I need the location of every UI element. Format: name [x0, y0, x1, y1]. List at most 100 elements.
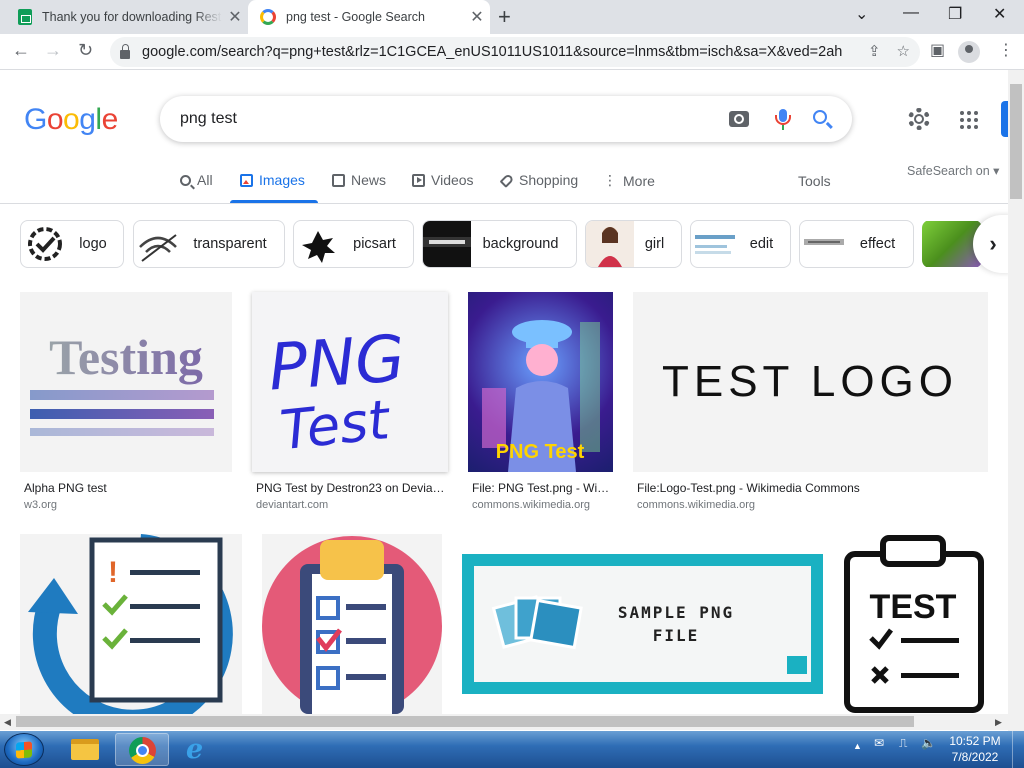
chip-girl[interactable]: girl	[585, 220, 682, 268]
start-button[interactable]	[4, 733, 44, 766]
svg-text:Test: Test	[277, 388, 394, 462]
folder-icon	[71, 739, 99, 760]
back-button[interactable]: ←	[12, 40, 30, 61]
chrome-menu-icon[interactable]: ⋮	[998, 40, 1014, 60]
chip-effect[interactable]: effect	[799, 220, 914, 268]
safesearch-toggle[interactable]: SafeSearch on ▾	[907, 163, 999, 178]
restore-button[interactable]: ❐	[948, 4, 962, 24]
tab-close-icon[interactable]: ✕	[222, 7, 248, 27]
tab-close-icon[interactable]: ✕	[464, 7, 490, 27]
google-logo[interactable]: Google	[24, 103, 118, 137]
scroll-right-arrow-icon[interactable]: ▶	[995, 717, 1002, 728]
taskbar-chrome[interactable]	[115, 733, 169, 766]
result-title[interactable]: Alpha PNG test	[24, 481, 230, 495]
profile-avatar-icon[interactable]	[958, 41, 980, 63]
new-tab-button[interactable]: +	[498, 4, 511, 30]
result-title[interactable]: File: PNG Test.png - Wikimedia Commons	[472, 481, 612, 495]
minimize-button[interactable]: —	[903, 4, 919, 22]
tag-icon	[499, 172, 515, 188]
search-icon[interactable]	[813, 110, 827, 124]
result-title[interactable]: PNG Test by Destron23 on Deviant...	[256, 481, 448, 495]
horizontal-scrollbar-thumb[interactable]	[16, 716, 914, 727]
tools-button[interactable]: Tools	[798, 173, 831, 189]
tab-shopping[interactable]: Shopping	[499, 172, 578, 188]
reload-button[interactable]: ↻	[78, 40, 93, 61]
network-icon[interactable]: ⎍	[899, 736, 907, 751]
chip-thumbnail	[586, 221, 634, 267]
tab-all[interactable]: All	[180, 172, 213, 188]
bookmark-star-icon[interactable]: ☆	[897, 42, 910, 60]
chip-thumbnail	[21, 221, 69, 267]
result-thumbnail[interactable]: TEST LOGO	[633, 292, 988, 472]
image-icon	[240, 173, 253, 187]
thumb-text: TEST	[870, 588, 957, 626]
image-result[interactable]: Testing Alpha PNG test w3.org	[20, 292, 232, 512]
result-source[interactable]: commons.wikimedia.org	[637, 499, 755, 511]
image-result[interactable]: !	[20, 534, 242, 714]
search-input[interactable]	[180, 106, 700, 132]
chrome-icon	[129, 737, 156, 764]
result-source[interactable]: w3.org	[24, 499, 57, 511]
result-thumbnail[interactable]: PNG Test	[468, 292, 613, 472]
related-search-chips: logo transparent picsart background girl…	[20, 220, 1008, 268]
camera-search-icon[interactable]	[729, 111, 749, 127]
microphone-icon[interactable]	[775, 109, 791, 125]
result-source[interactable]: commons.wikimedia.org	[472, 499, 590, 511]
tab-title: png test - Google Search	[286, 10, 425, 24]
result-thumbnail[interactable]: TEST	[843, 534, 988, 714]
sheets-favicon-icon	[18, 9, 32, 25]
tab-download[interactable]: Thank you for downloading Rest ✕	[8, 0, 248, 34]
clock-date: 7/8/2022	[951, 750, 999, 764]
svg-text:!: !	[108, 556, 118, 589]
image-result[interactable]	[262, 534, 442, 714]
chip-background[interactable]: background	[422, 220, 577, 268]
image-result[interactable]: TEST	[843, 534, 988, 714]
close-window-button[interactable]: ✕	[993, 4, 1006, 24]
result-thumbnail[interactable]: PNG Test	[252, 292, 448, 472]
result-thumbnail[interactable]: SAMPLE PNG FILE	[462, 534, 823, 714]
result-source[interactable]: deviantart.com	[256, 499, 328, 511]
side-panel-icon[interactable]: ▣	[930, 40, 945, 60]
share-icon[interactable]: ⇪	[868, 42, 881, 60]
settings-gear-icon[interactable]	[908, 108, 930, 130]
taskbar-ie[interactable]: e	[172, 733, 226, 766]
google-favicon-icon	[260, 9, 276, 25]
tab-google-search[interactable]: png test - Google Search ✕	[248, 0, 490, 34]
show-desktop-button[interactable]	[1012, 731, 1024, 768]
thumb-text: PNG Test	[496, 441, 585, 463]
thumb-text: Testing	[49, 329, 203, 385]
image-result[interactable]: PNG Test PNG Test by Destron23 on Devian…	[252, 292, 448, 512]
tab-search-icon[interactable]: ⌄	[855, 4, 868, 24]
tab-more[interactable]: ⋮ More	[603, 172, 655, 189]
result-thumbnail[interactable]: Testing	[20, 292, 232, 472]
chip-picsart[interactable]: picsart	[293, 220, 414, 268]
taskbar-explorer[interactable]	[58, 733, 112, 766]
url-text[interactable]: google.com/search?q=png+test&rlz=1C1GCEA…	[142, 44, 842, 60]
result-thumbnail[interactable]	[262, 534, 442, 714]
result-title[interactable]: File:Logo-Test.png - Wikimedia Commons	[637, 481, 987, 495]
google-apps-icon[interactable]	[960, 111, 978, 129]
image-result[interactable]: SAMPLE PNG FILE	[462, 534, 823, 714]
search-icon	[180, 174, 191, 186]
vertical-scrollbar-thumb[interactable]	[1010, 84, 1022, 199]
lock-icon[interactable]	[120, 43, 130, 59]
volume-icon[interactable]: 🔈	[921, 736, 936, 750]
tab-strip: Thank you for downloading Rest ✕ png tes…	[0, 0, 1024, 34]
system-clock[interactable]: 10:52 PM 7/8/2022	[945, 733, 1005, 765]
scroll-left-arrow-icon[interactable]: ◀	[4, 717, 11, 728]
show-hidden-icons-icon[interactable]: ▲	[853, 741, 862, 751]
forward-button[interactable]: →	[44, 40, 62, 61]
clock-time: 10:52 PM	[949, 734, 1001, 748]
image-result[interactable]: PNG Test File: PNG Test.png - Wikimedia …	[468, 292, 613, 512]
image-result[interactable]: TEST LOGO File:Logo-Test.png - Wikimedia…	[633, 292, 988, 512]
chip-edit[interactable]: edit	[690, 220, 791, 268]
tab-title: Thank you for downloading Rest	[42, 10, 222, 24]
action-center-icon[interactable]: ✉	[874, 736, 884, 750]
tab-images[interactable]: Images	[240, 172, 305, 188]
chip-transparent[interactable]: transparent	[133, 220, 285, 268]
result-thumbnail[interactable]: !	[20, 534, 242, 714]
address-bar[interactable]: google.com/search?q=png+test&rlz=1C1GCEA…	[110, 37, 920, 67]
tab-news[interactable]: News	[332, 172, 386, 188]
chip-logo[interactable]: logo	[20, 220, 124, 268]
tab-videos[interactable]: Videos	[412, 172, 474, 188]
